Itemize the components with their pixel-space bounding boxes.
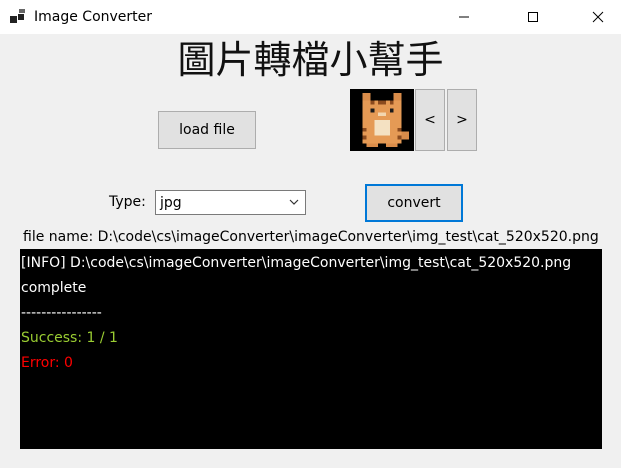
chevron-down-icon <box>289 199 299 205</box>
console-output[interactable]: [INFO] D:\code\cs\imageConverter\imageCo… <box>20 249 602 449</box>
type-label: Type: <box>109 194 146 210</box>
minimize-button[interactable] <box>441 0 487 34</box>
console-line: Error: 0 <box>21 355 73 371</box>
close-button[interactable] <box>575 0 621 34</box>
file-name-label: file name: D:\code\cs\imageConverter\ima… <box>23 229 599 245</box>
app-icon <box>10 9 25 23</box>
minimize-icon <box>459 16 469 18</box>
maximize-button[interactable] <box>510 0 556 34</box>
console-line: [INFO] D:\code\cs\imageConverter\imageCo… <box>21 255 572 271</box>
maximize-icon <box>528 12 538 22</box>
load-file-button[interactable]: load file <box>158 111 256 149</box>
title-bar: Image Converter <box>0 0 621 34</box>
type-dropdown[interactable]: jpg <box>155 190 306 215</box>
pixel-cat-image <box>351 89 413 151</box>
type-selected-value: jpg <box>160 195 182 211</box>
previous-image-button[interactable]: < <box>415 89 445 151</box>
console-line: complete <box>21 280 87 296</box>
console-line: Success: 1 / 1 <box>21 330 118 346</box>
next-image-button[interactable]: > <box>447 89 477 151</box>
console-line: ---------------- <box>21 305 102 321</box>
image-preview <box>350 89 414 151</box>
page-title: 圖片轉檔小幫手 <box>177 38 444 82</box>
close-icon <box>592 11 604 23</box>
convert-button[interactable]: convert <box>365 184 463 222</box>
window-title: Image Converter <box>34 9 153 25</box>
